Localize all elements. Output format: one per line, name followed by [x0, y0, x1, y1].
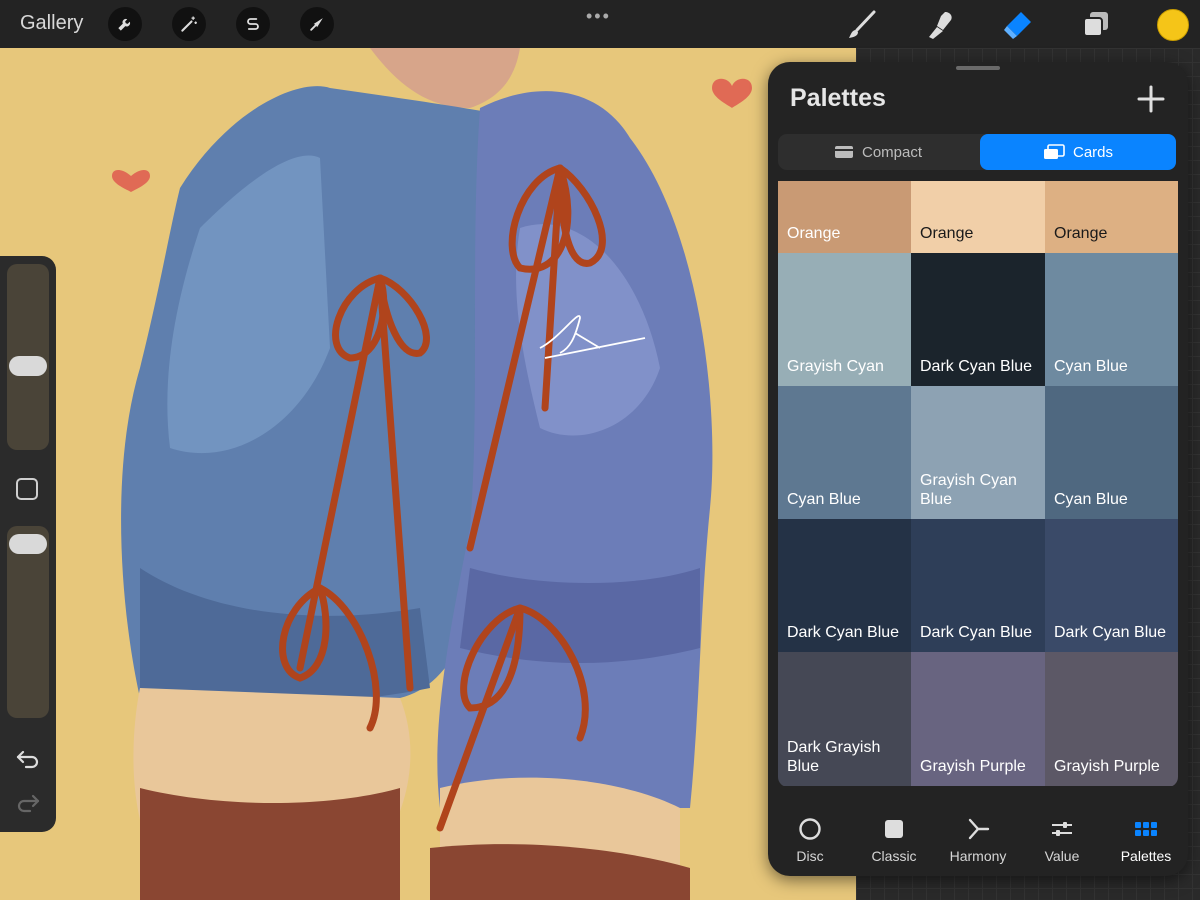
- heart-icon: [112, 170, 150, 192]
- swatch-label: Dark Grayish Blue: [787, 739, 881, 775]
- swatch-label: Dark Cyan Blue: [920, 624, 1033, 641]
- tab-disc[interactable]: Disc: [768, 804, 852, 876]
- swatch[interactable]: Grayish Cyan Blue: [911, 386, 1045, 519]
- swatch-label: Cyan Blue: [787, 491, 861, 508]
- brush-size-slider[interactable]: [7, 264, 49, 450]
- cards-label: Cards: [1072, 143, 1113, 161]
- smudge-icon[interactable]: [923, 8, 957, 42]
- brush-icon[interactable]: [845, 8, 879, 42]
- swatch-label: Dark Cyan Blue: [920, 358, 1033, 375]
- color-mode-tabs: Disc Classic Harmony Value Palettes: [768, 804, 1188, 876]
- swatch[interactable]: Dark Grayish Blue: [778, 652, 911, 786]
- swatch[interactable]: Cyan Blue: [778, 386, 911, 519]
- cards-icon: [1043, 144, 1065, 159]
- tab-label: Harmony: [949, 848, 1007, 864]
- selection-s-icon[interactable]: [236, 7, 270, 41]
- classic-square-icon: [885, 820, 903, 838]
- tab-classic[interactable]: Classic: [852, 804, 936, 876]
- swatch[interactable]: Orange: [1045, 181, 1178, 253]
- layers-icon[interactable]: [1079, 8, 1113, 42]
- swatch-label: Orange: [787, 225, 841, 242]
- tab-value[interactable]: Value: [1020, 804, 1104, 876]
- palettes-title: Palettes: [790, 84, 886, 112]
- compact-label: Compact: [861, 143, 923, 161]
- swatch-label: Grayish Purple: [1054, 758, 1160, 775]
- current-color-button[interactable]: [1157, 9, 1189, 41]
- swatch-label: Grayish Purple: [920, 758, 1026, 775]
- swatch[interactable]: Dark Cyan Blue: [1045, 519, 1178, 652]
- swatch-label: Cyan Blue: [1054, 491, 1128, 508]
- swatch[interactable]: Grayish Purple: [911, 652, 1045, 786]
- tab-harmony[interactable]: Harmony: [936, 804, 1020, 876]
- wrench-icon[interactable]: [108, 7, 142, 41]
- redo-icon[interactable]: [14, 788, 42, 816]
- swatch[interactable]: Grayish Cyan: [778, 253, 911, 386]
- panel-grabber[interactable]: [956, 66, 1000, 70]
- swatch[interactable]: Dark Cyan Blue: [911, 519, 1045, 652]
- opacity-slider[interactable]: [7, 526, 49, 718]
- modify-button[interactable]: [16, 478, 38, 500]
- swatch-label: Orange: [1054, 225, 1108, 242]
- swatch[interactable]: Dark Cyan Blue: [778, 519, 911, 652]
- heart-icon: [712, 78, 752, 108]
- compact-icon: [834, 146, 853, 158]
- swatch[interactable]: Grayish Purple: [1045, 652, 1178, 786]
- artwork: [112, 48, 752, 900]
- swatch-label: Dark Cyan Blue: [787, 624, 900, 641]
- top-toolbar: Gallery •••: [0, 0, 1200, 48]
- swatch[interactable]: Orange: [778, 181, 911, 253]
- disc-icon: [799, 818, 821, 840]
- compact-view-button[interactable]: Compact: [778, 134, 978, 170]
- swatch-label: Grayish Cyan: [787, 358, 884, 375]
- tab-palettes[interactable]: Palettes: [1104, 804, 1188, 876]
- add-palette-icon[interactable]: [1136, 84, 1166, 114]
- tab-label: Value: [1044, 848, 1080, 864]
- swatch-label: Cyan Blue: [1054, 358, 1128, 375]
- palette-swatch-grid: Orange Orange Orange Grayish Cyan Dark C…: [778, 181, 1178, 787]
- cards-view-button[interactable]: Cards: [980, 134, 1176, 170]
- harmony-icon: [968, 818, 990, 840]
- color-panel: Palettes Compact Cards Orange Orange Ora…: [768, 62, 1188, 876]
- magic-wand-icon[interactable]: [172, 7, 206, 41]
- swatch-label: Orange: [920, 225, 974, 242]
- eraser-icon[interactable]: [1001, 8, 1035, 42]
- tab-label: Palettes: [1120, 848, 1172, 864]
- gallery-button[interactable]: Gallery: [20, 12, 83, 35]
- transform-arrow-icon[interactable]: [300, 7, 334, 41]
- opacity-thumb[interactable]: [9, 534, 47, 554]
- value-sliders-icon: [1052, 822, 1072, 836]
- brush-size-thumb[interactable]: [9, 356, 47, 376]
- swatch[interactable]: Orange: [911, 181, 1045, 253]
- tab-label: Classic: [871, 848, 917, 864]
- drawing-canvas[interactable]: [0, 48, 856, 900]
- view-mode-segmented-control: Compact Cards: [778, 134, 1176, 170]
- palettes-grid-icon: [1135, 822, 1157, 836]
- swatch-label: Dark Cyan Blue: [1054, 624, 1167, 641]
- more-options-icon[interactable]: •••: [586, 6, 611, 27]
- left-sidebar: [0, 256, 56, 832]
- undo-icon[interactable]: [14, 744, 42, 772]
- swatch[interactable]: Cyan Blue: [1045, 386, 1178, 519]
- swatch[interactable]: Dark Cyan Blue: [911, 253, 1045, 386]
- swatch-label: Grayish Cyan Blue: [920, 472, 1017, 508]
- tab-label: Disc: [796, 848, 824, 864]
- swatch[interactable]: Cyan Blue: [1045, 253, 1178, 386]
